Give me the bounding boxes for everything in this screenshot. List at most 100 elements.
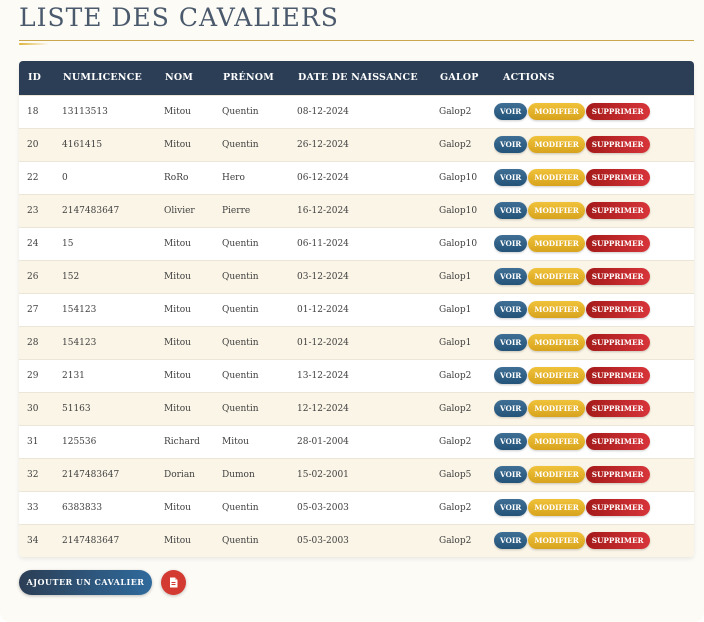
cell-actions: VOIR MODIFIER SUPPRIMER (494, 260, 694, 293)
cell-date: 01-12-2024 (297, 337, 349, 348)
edit-button[interactable]: MODIFIER (528, 202, 585, 219)
cell-numlicence: 154123 (62, 304, 97, 315)
cell-galop: Galop2 (439, 139, 472, 150)
header-galop: GALOP (440, 72, 479, 84)
cell-nom: Olivier (164, 205, 195, 216)
edit-button[interactable]: MODIFIER (528, 400, 585, 417)
cell-date: 28-01-2004 (297, 436, 349, 447)
delete-button[interactable]: SUPPRIMER (585, 103, 650, 120)
delete-button[interactable]: SUPPRIMER (585, 334, 650, 351)
header-id: ID (28, 72, 42, 84)
delete-button[interactable]: SUPPRIMER (585, 433, 650, 450)
cell-nom: Mitou (164, 403, 191, 414)
cell-actions: VOIR MODIFIER SUPPRIMER (494, 194, 694, 227)
cell-date: 08-12-2024 (297, 106, 349, 117)
edit-button[interactable]: MODIFIER (528, 136, 585, 153)
view-button[interactable]: VOIR (494, 400, 528, 417)
delete-button[interactable]: SUPPRIMER (585, 202, 650, 219)
view-button[interactable]: VOIR (494, 268, 528, 285)
cell-nom: Mitou (164, 502, 191, 513)
view-button[interactable]: VOIR (494, 202, 528, 219)
delete-button[interactable]: SUPPRIMER (585, 169, 650, 186)
cell-date: 26-12-2024 (297, 139, 349, 150)
cell-galop: Galop2 (439, 535, 472, 546)
table-row: 23 2147483647 Olivier Pierre 16-12-2024 Galop… (19, 194, 694, 227)
cell-nom: Richard (164, 436, 200, 447)
delete-button[interactable]: SUPPRIMER (585, 235, 650, 252)
cell-actions: VOIR MODIFIER SUPPRIMER (494, 95, 694, 128)
riders-table-container: ID NUMLICENCE NOM PRÉNOM DATE DE NAISSAN… (19, 61, 694, 557)
header-prenom: PRÉNOM (223, 72, 274, 84)
cell-id: 28 (27, 337, 39, 348)
cell-galop: Galop2 (439, 502, 472, 513)
view-button[interactable]: VOIR (494, 334, 528, 351)
cell-nom: Mitou (164, 535, 191, 546)
view-button[interactable]: VOIR (494, 169, 528, 186)
cell-date: 01-12-2024 (297, 304, 349, 315)
table-row: 33 6383833 Mitou Quentin 05-03-2003 Galop2 VOI… (19, 491, 694, 524)
table-row: 29 2131 Mitou Quentin 13-12-2024 Galop2 VOIR MO… (19, 359, 694, 392)
cell-id: 22 (27, 172, 39, 183)
delete-button[interactable]: SUPPRIMER (585, 268, 650, 285)
table-row: 22 0 RoRo Hero 06-12-2024 Galop10 VOIR MODIFIER… (19, 161, 694, 194)
delete-button[interactable]: SUPPRIMER (585, 400, 650, 417)
header-actions: ACTIONS (503, 72, 555, 84)
cell-numlicence: 4161415 (62, 139, 103, 150)
table-header: ID NUMLICENCE NOM PRÉNOM DATE DE NAISSAN… (19, 61, 694, 95)
add-rider-button[interactable]: AJOUTER UN CAVALIER (19, 570, 152, 595)
cell-galop: Galop2 (439, 106, 472, 117)
cell-numlicence: 51163 (62, 403, 91, 414)
view-button[interactable]: VOIR (494, 103, 528, 120)
delete-button[interactable]: SUPPRIMER (585, 532, 650, 550)
delete-button[interactable]: SUPPRIMER (585, 499, 650, 516)
cell-actions: VOIR MODIFIER SUPPRIMER (494, 128, 694, 161)
cell-galop: Galop1 (439, 271, 472, 282)
cell-id: 20 (27, 139, 39, 150)
edit-button[interactable]: MODIFIER (528, 169, 585, 186)
table-row: 26 152 Mitou Quentin 03-12-2024 Galop1 VOIR MOD… (19, 260, 694, 293)
view-button[interactable]: VOIR (494, 367, 528, 384)
view-button[interactable]: VOIR (494, 499, 528, 516)
cell-id: 32 (27, 469, 39, 480)
cell-id: 27 (27, 304, 39, 315)
cell-galop: Galop1 (439, 304, 472, 315)
delete-button[interactable]: SUPPRIMER (585, 367, 650, 384)
table-row: 24 15 Mitou Quentin 06-11-2024 Galop10 VOIR MOD… (19, 227, 694, 260)
view-button[interactable]: VOIR (494, 433, 528, 450)
cell-numlicence: 125536 (62, 436, 97, 447)
cell-date: 16-12-2024 (297, 205, 349, 216)
delete-button[interactable]: SUPPRIMER (585, 466, 650, 483)
view-button[interactable]: VOIR (494, 466, 528, 483)
edit-button[interactable]: MODIFIER (528, 235, 585, 252)
edit-button[interactable]: MODIFIER (528, 268, 585, 285)
table-body: 18 13113513 Mitou Quentin 08-12-2024 Galop2 VO… (19, 95, 694, 557)
view-button[interactable]: VOIR (494, 532, 528, 550)
edit-button[interactable]: MODIFIER (528, 301, 585, 318)
cell-date: 12-12-2024 (297, 403, 349, 414)
header-date-naissance: DATE DE NAISSANCE (298, 72, 418, 84)
view-button[interactable]: VOIR (494, 136, 528, 153)
view-button[interactable]: VOIR (494, 301, 528, 318)
edit-button[interactable]: MODIFIER (528, 367, 585, 384)
cell-actions: VOIR MODIFIER SUPPRIMER (494, 293, 694, 326)
page-title: LISTE DES CAVALIERS (19, 3, 339, 32)
view-button[interactable]: VOIR (494, 235, 528, 252)
edit-button[interactable]: MODIFIER (528, 499, 585, 516)
delete-button[interactable]: SUPPRIMER (585, 301, 650, 318)
cell-prenom: Quentin (222, 139, 259, 150)
cell-prenom: Quentin (222, 271, 259, 282)
export-pdf-button[interactable] (161, 570, 186, 595)
edit-button[interactable]: MODIFIER (528, 103, 585, 120)
header-nom: NOM (165, 72, 194, 84)
pdf-file-icon (170, 577, 178, 588)
delete-button[interactable]: SUPPRIMER (585, 136, 650, 153)
edit-button[interactable]: MODIFIER (528, 334, 585, 351)
edit-button[interactable]: MODIFIER (528, 466, 585, 483)
header-numlicence: NUMLICENCE (63, 72, 142, 84)
edit-button[interactable]: MODIFIER (528, 433, 585, 450)
cell-numlicence: 15 (62, 238, 74, 249)
cell-nom: Mitou (164, 337, 191, 348)
cell-prenom: Quentin (222, 238, 259, 249)
cell-prenom: Dumon (222, 469, 255, 480)
edit-button[interactable]: MODIFIER (528, 532, 585, 550)
